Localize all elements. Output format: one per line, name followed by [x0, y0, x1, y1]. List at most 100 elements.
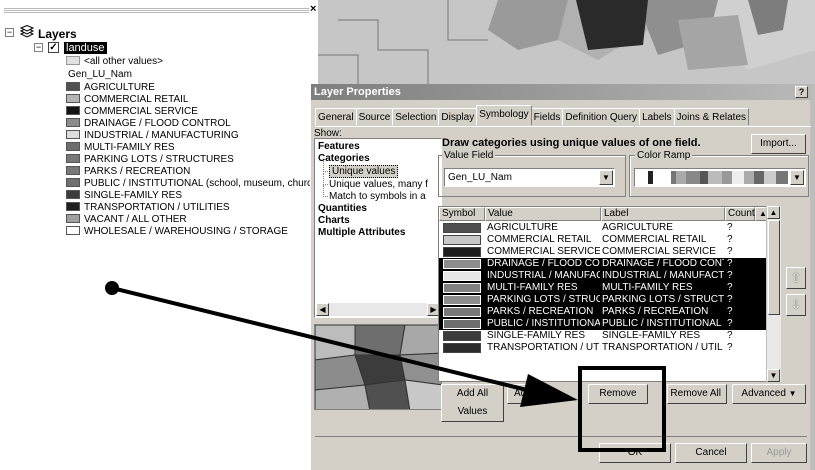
grid-row[interactable]: COMMERCIAL RETAIL COMMERCIAL RETAIL?	[439, 234, 767, 246]
symbol-swatch[interactable]	[443, 235, 481, 245]
grid-row[interactable]: PUBLIC / INSTITUTIONAL PUBLIC / INSTITUTI…	[439, 318, 767, 330]
move-up-icon[interactable]: ⇧	[786, 267, 806, 289]
preview-map	[315, 325, 441, 409]
tab-fields[interactable]: Fields	[530, 108, 564, 125]
collapse-layers-icon[interactable]: −	[5, 28, 14, 37]
legend-swatch	[66, 166, 80, 175]
symbol-swatch[interactable]	[443, 247, 481, 257]
symbol-swatch[interactable]	[443, 259, 481, 269]
show-item[interactable]: Multiple Attributes	[318, 227, 405, 239]
symbol-swatch[interactable]	[443, 283, 481, 293]
toc-close-icon[interactable]: ×	[310, 3, 316, 15]
add-values-button[interactable]: Add	[507, 384, 547, 404]
show-item[interactable]: Unique values	[323, 160, 399, 178]
apply-button[interactable]: Apply	[751, 443, 807, 463]
grid-cell-count: ?	[727, 234, 733, 245]
collapse-landuse-icon[interactable]: −	[34, 43, 43, 52]
grid-row[interactable]: MULTI-FAMILY RES MULTI-FAMILY RES?	[439, 282, 767, 294]
symbol-swatch[interactable]	[443, 319, 481, 329]
grid-row[interactable]: INDUSTRIAL / MANUFACT INDUSTRIAL / MANUFA…	[439, 270, 767, 282]
grid-cell-count: ?	[727, 258, 733, 269]
show-item[interactable]: Match to symbols in a	[323, 185, 426, 203]
divider	[315, 436, 807, 437]
legend-swatch	[66, 154, 80, 163]
grid-header-count[interactable]: Count	[725, 207, 755, 221]
grid-cell-value: TRANSPORTATION / UTIL	[487, 342, 600, 353]
add-all-values-button[interactable]: Add All Values	[441, 384, 504, 422]
help-button[interactable]: ?	[795, 86, 808, 98]
grid-cell-value: COMMERCIAL SERVICE	[487, 246, 600, 257]
symbol-swatch[interactable]	[443, 295, 481, 305]
cancel-button[interactable]: Cancel	[675, 443, 747, 463]
grid-row[interactable]: DRAINAGE / FLOOD CONTDRAINAGE / FLOOD CO…	[439, 258, 767, 270]
grid-vertical-scrollbar[interactable]: ▲ ▼	[766, 206, 781, 382]
symbol-swatch[interactable]	[443, 223, 481, 233]
grid-row[interactable]: PARKS / RECREATION PARKS / RECREATION?	[439, 306, 767, 318]
value-field-value: Gen_LU_Nam	[448, 172, 512, 183]
map-view[interactable]	[318, 0, 815, 84]
scroll-thumb[interactable]	[768, 220, 780, 315]
show-tree[interactable]: Features Categories Unique values Unique va…	[314, 138, 442, 318]
toc-legend-item: COMMERCIAL SERVICE	[66, 106, 198, 118]
legend-swatch	[66, 56, 80, 65]
grid-cell-label: COMMERCIAL SERVICE	[602, 246, 716, 257]
toc-legend-item: AGRICULTURE	[66, 82, 155, 94]
landuse-visibility-checkbox[interactable]: ✓	[48, 42, 59, 53]
dialog-title-bar[interactable]: Layer Properties ?	[311, 84, 811, 100]
symbol-swatch[interactable]	[443, 271, 481, 281]
grid-row[interactable]: COMMERCIAL SERVICE COMMERCIAL SERVICE?	[439, 246, 767, 258]
toc-title-bar[interactable]: ×	[0, 3, 318, 16]
show-horizontal-scrollbar[interactable]: ◀ ▶	[316, 303, 440, 316]
layer-properties-dialog: Layer Properties ? General Source Selectio…	[310, 84, 811, 470]
scroll-up-icon[interactable]: ▲	[767, 206, 780, 219]
color-ramp-select[interactable]: ▼	[634, 168, 806, 187]
toc-legend-item: INDUSTRIAL / MANUFACTURING	[66, 130, 239, 142]
legend-swatch	[66, 142, 80, 151]
scroll-down-icon[interactable]: ▼	[767, 369, 780, 382]
symbol-swatch[interactable]	[443, 331, 481, 341]
symbol-swatch[interactable]	[443, 307, 481, 317]
move-down-icon[interactable]: ⇩	[786, 294, 806, 316]
grid-row[interactable]: TRANSPORTATION / UTIL TRANSPORTATION / UT…	[439, 342, 767, 354]
import-button[interactable]: Import...	[751, 134, 806, 154]
toc-item-label: COMMERCIAL RETAIL	[84, 94, 189, 105]
value-field-select[interactable]: Gen_LU_Nam ▼	[444, 168, 615, 187]
tab-definition-query[interactable]: Definition Query	[562, 108, 641, 125]
show-item[interactable]: Charts	[318, 215, 350, 227]
toc-item-label: INDUSTRIAL / MANUFACTURING	[84, 130, 239, 141]
toc-item-label: <all other values>	[84, 56, 163, 67]
tab-selection[interactable]: Selection	[392, 108, 440, 125]
dropdown-arrow-icon: ▼	[788, 389, 797, 398]
toc-grip[interactable]	[4, 8, 309, 14]
scroll-left-icon[interactable]: ◀	[316, 303, 329, 316]
grid-cell-label: PARKING LOTS / STRUCT	[602, 294, 724, 305]
symbol-swatch[interactable]	[443, 343, 481, 353]
tab-joins-relates[interactable]: Joins & Relates	[673, 108, 750, 125]
toc-item-label: TRANSPORTATION / UTILITIES	[84, 202, 230, 213]
landuse-layer-label[interactable]: landuse	[64, 42, 107, 54]
advanced-label: Advanced	[741, 388, 786, 399]
dropdown-arrow-icon[interactable]: ▼	[790, 170, 804, 185]
grid-header-symbol[interactable]: Symbol	[439, 207, 485, 221]
grid-cell-label: AGRICULTURE	[602, 222, 673, 233]
remove-all-button[interactable]: Remove All	[667, 384, 727, 404]
grid-row[interactable]: SINGLE-FAMILY RES SINGLE-FAMILY RES?	[439, 330, 767, 342]
grid-header-label[interactable]: Label	[601, 207, 725, 221]
grid-cell-count: ?	[727, 306, 733, 317]
show-item[interactable]: Features	[318, 141, 360, 153]
show-item[interactable]: Quantities	[318, 203, 367, 215]
grid-header-value[interactable]: Value	[485, 207, 601, 221]
dropdown-arrow-icon[interactable]: ▼	[599, 170, 613, 185]
tab-source[interactable]: Source	[355, 108, 394, 125]
show-item[interactable]: Unique values, many f	[323, 173, 428, 191]
tab-symbology[interactable]: Symbology	[476, 105, 532, 125]
symbol-preview	[314, 324, 442, 410]
symbol-value-grid[interactable]: Symbol Value Label Count ▲ AGRICULTURE AGRICU…	[438, 206, 768, 382]
tab-general[interactable]: General	[315, 108, 357, 125]
advanced-button[interactable]: Advanced ▼	[732, 384, 806, 404]
tab-labels[interactable]: Labels	[639, 108, 675, 125]
symbology-description: Draw categories using unique values of o…	[442, 137, 701, 149]
grid-row[interactable]: AGRICULTURE AGRICULTURE?	[439, 222, 767, 234]
grid-row[interactable]: PARKING LOTS / STRUCT PARKING LOTS / STRU…	[439, 294, 767, 306]
tab-display[interactable]: Display	[438, 108, 478, 125]
